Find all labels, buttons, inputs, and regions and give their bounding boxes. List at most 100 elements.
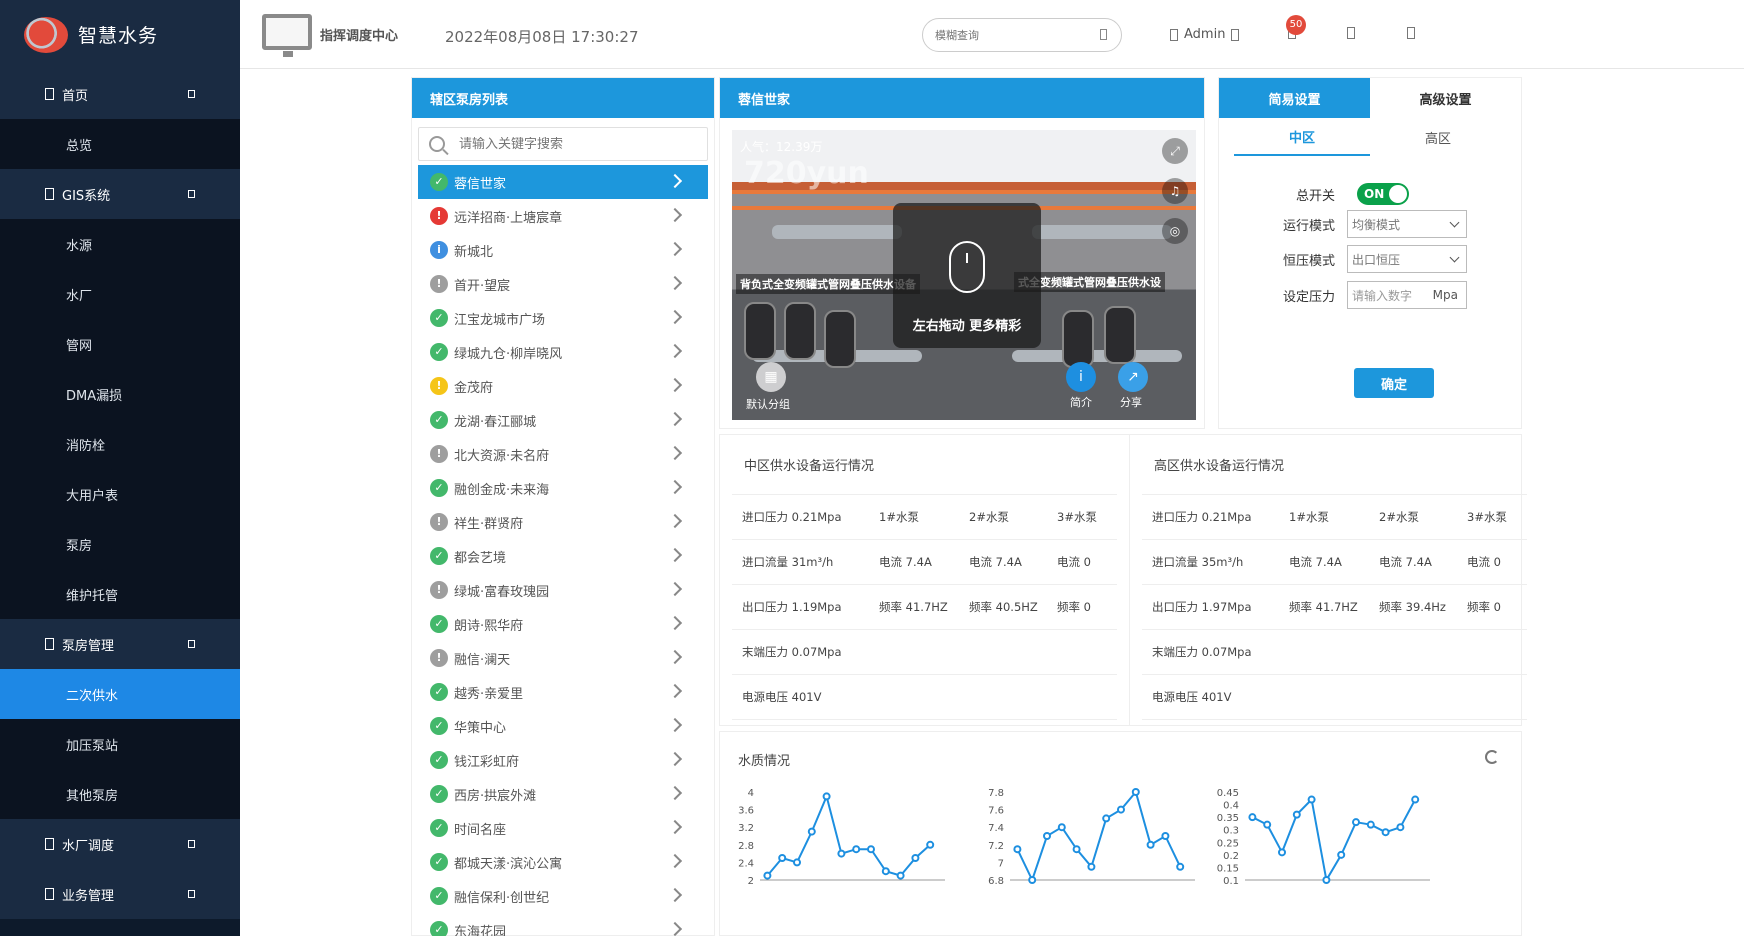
sidebar-item[interactable]: 消防栓 — [0, 419, 240, 469]
set-pressure-input[interactable]: 请输入数字 Mpa — [1347, 281, 1467, 309]
pump-search-input[interactable] — [459, 136, 689, 152]
sidebar-group[interactable]: 业务管理 — [0, 869, 240, 919]
data-point[interactable] — [1043, 832, 1051, 840]
pump-room-item[interactable]: ✓ 龙湖·春江郦城 — [418, 403, 708, 437]
tab-mid-zone[interactable]: 中区 — [1234, 118, 1370, 156]
sidebar-item[interactable]: 水厂 — [0, 269, 240, 319]
pump-room-item[interactable]: ✓ 蓉信世家 — [418, 165, 708, 199]
tab-high-zone[interactable]: 高区 — [1370, 118, 1506, 156]
data-point[interactable] — [896, 871, 905, 880]
panorama-viewer[interactable]: 人气：12.39万 720yun 背负式全变频罐式管网叠压供水设备 式全变频罐式… — [732, 130, 1196, 420]
sidebar-item[interactable]: 加压泵站 — [0, 719, 240, 769]
pump-room-item[interactable]: ! 远洋招商·上塘宸章 — [418, 199, 708, 233]
data-point[interactable] — [1013, 845, 1022, 854]
pump-room-item[interactable]: ✓ 朗诗·熙华府 — [418, 607, 708, 641]
data-point[interactable] — [1352, 818, 1360, 827]
const-pressure-mode-select[interactable]: 出口恒压 — [1347, 245, 1467, 273]
data-point[interactable] — [1307, 795, 1316, 804]
share-icon[interactable]: ↗ — [1118, 362, 1148, 392]
master-switch-toggle[interactable]: ON — [1357, 183, 1409, 205]
info-icon[interactable]: i — [1066, 362, 1096, 392]
data-point[interactable] — [1337, 850, 1346, 859]
data-point[interactable] — [1028, 876, 1037, 884]
data-point[interactable] — [1161, 832, 1170, 840]
data-point[interactable] — [1322, 876, 1331, 884]
music-icon[interactable]: ♫ — [1162, 178, 1188, 204]
pump-room-item[interactable]: ! 融信·澜天 — [418, 641, 708, 675]
data-point[interactable] — [1292, 810, 1301, 819]
data-point[interactable] — [1366, 820, 1375, 829]
data-point[interactable] — [1131, 788, 1140, 796]
search-icon[interactable] — [1100, 29, 1107, 40]
data-point[interactable] — [911, 854, 920, 862]
pump-room-item[interactable]: ✓ 都会艺境 — [418, 539, 708, 573]
data-point[interactable] — [763, 871, 772, 880]
pump-room-item[interactable]: ✓ 融创金成·未来海 — [418, 471, 708, 505]
pump-room-item[interactable]: ✓ 绿城九仓·柳岸晓风 — [418, 335, 708, 369]
expand-icon[interactable]: ⤢ — [1162, 138, 1188, 164]
data-point[interactable] — [881, 867, 890, 876]
pump-room-item[interactable]: ✓ 钱江彩虹府 — [418, 743, 708, 777]
data-point[interactable] — [926, 840, 935, 849]
pump-room-item[interactable]: ! 北大资源·未名府 — [418, 437, 708, 471]
data-point[interactable] — [1411, 795, 1420, 804]
sidebar-item[interactable]: DMA漏损 — [0, 369, 240, 419]
data-point[interactable] — [822, 792, 831, 801]
sidebar-item[interactable]: 管网 — [0, 319, 240, 369]
data-point[interactable] — [807, 827, 816, 836]
data-point[interactable] — [1248, 813, 1257, 822]
sidebar-item[interactable]: 泵房 — [0, 519, 240, 569]
pump-room-item[interactable]: ✓ 时间名座 — [418, 811, 708, 845]
sidebar-group[interactable]: GIS系统 — [0, 169, 240, 219]
data-point[interactable] — [852, 845, 861, 854]
pump-room-item[interactable]: ✓ 都城天漾·滨沁公寓 — [418, 845, 708, 879]
pump-room-item[interactable]: ! 绿城·富春玫瑰园 — [418, 573, 708, 607]
data-point[interactable] — [1087, 862, 1096, 871]
data-point[interactable] — [1396, 823, 1405, 832]
default-group-icon[interactable]: ▦ — [756, 362, 786, 392]
sidebar-group[interactable]: 首页 — [0, 69, 240, 119]
sidebar-item[interactable]: 二次供水 — [0, 669, 240, 719]
fullscreen-icon[interactable] — [1347, 27, 1355, 39]
command-center-label[interactable]: 指挥调度中心 — [320, 25, 398, 44]
data-point[interactable] — [1146, 840, 1155, 849]
sidebar-item[interactable]: 总览 — [0, 119, 240, 169]
sidebar-item[interactable]: 其他泵房 — [0, 769, 240, 819]
pump-room-item[interactable]: ✓ 东海花园 — [418, 913, 708, 936]
pump-room-item[interactable]: ✓ 融信保利·创世纪 — [418, 879, 708, 913]
data-point[interactable] — [1381, 828, 1390, 837]
data-point[interactable] — [1176, 862, 1185, 871]
run-mode-select[interactable]: 均衡模式 — [1347, 210, 1467, 238]
tab-advanced-settings[interactable]: 高级设置 — [1370, 78, 1521, 118]
sidebar-group[interactable]: 泵房管理 — [0, 619, 240, 669]
app-logo[interactable]: 智慧水务 — [0, 0, 240, 69]
data-point[interactable] — [1263, 820, 1272, 829]
sidebar-group[interactable]: 水厂调度 — [0, 819, 240, 869]
data-point[interactable] — [837, 849, 846, 858]
pump-search-box[interactable] — [418, 127, 708, 161]
pump-room-item[interactable]: ✓ 西房·拱宸外滩 — [418, 777, 708, 811]
sidebar-item[interactable]: 维护托管 — [0, 569, 240, 619]
confirm-button[interactable]: 确定 — [1354, 368, 1434, 398]
data-point[interactable] — [793, 858, 801, 867]
tab-simple-settings[interactable]: 简易设置 — [1219, 78, 1370, 118]
sidebar-item[interactable]: 大用户表 — [0, 469, 240, 519]
vr-icon[interactable]: ◎ — [1162, 218, 1188, 244]
data-point[interactable] — [1057, 823, 1066, 832]
data-point[interactable] — [778, 854, 787, 862]
refresh-icon[interactable] — [1485, 750, 1499, 764]
data-point[interactable] — [1072, 845, 1081, 854]
pump-room-item[interactable]: i 新城北 — [418, 233, 708, 267]
logout-icon[interactable] — [1407, 27, 1415, 39]
user-menu[interactable]: Admin — [1170, 27, 1240, 42]
data-point[interactable] — [1102, 814, 1111, 823]
pump-room-item[interactable]: ✓ 越秀·亲爱里 — [418, 675, 708, 709]
fuzzy-search-input[interactable] — [922, 18, 1122, 52]
data-point[interactable] — [1278, 848, 1286, 857]
pump-room-item[interactable]: ✓ 江宝龙城市广场 — [418, 301, 708, 335]
pump-room-item[interactable]: ✓ 华策中心 — [418, 709, 708, 743]
data-point[interactable] — [1117, 805, 1125, 814]
pump-room-item[interactable]: ! 祥生·群贤府 — [418, 505, 708, 539]
pump-room-item[interactable]: ! 首开·望宸 — [418, 267, 708, 301]
pump-room-item[interactable]: ! 金茂府 — [418, 369, 708, 403]
